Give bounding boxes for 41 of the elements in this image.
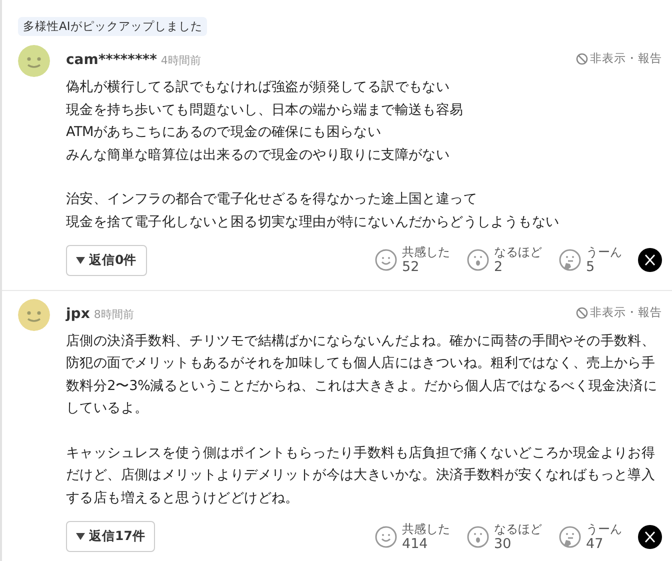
timestamp: 4時間前: [160, 54, 201, 67]
reaction-count: 47: [586, 536, 604, 552]
reaction-label[interactable]: なるほど: [494, 245, 542, 260]
thinking-face-icon[interactable]: [558, 248, 582, 272]
surprised-face-icon[interactable]: [466, 524, 490, 549]
pickup-badge: 多様性AIがピックアップしました: [18, 17, 208, 36]
share-icon[interactable]: [638, 524, 662, 549]
reaction-label[interactable]: 共感した: [402, 522, 450, 537]
block-icon: [576, 53, 588, 65]
caret-icon: [76, 256, 85, 264]
smile-icon[interactable]: [374, 524, 398, 549]
comment-text: 現金を持ち歩いても問題ないし、日本の端から端まで輸送も容易: [66, 100, 464, 120]
hide-report-link[interactable]: 非表示・報告: [576, 304, 662, 322]
comment-text: ATMがあちこちにあるので現金の確保にも困らない: [66, 123, 382, 142]
comment-text: キャッシュレスを使う側はポイントもらったり手数料も店負担で痛くないどころか現金よりお得だけど、店側はメリットよりデメリットが今は大きいかな。決済手数料が安くなればもっと導入する店も増えると思うけどどけどね。: [66, 444, 656, 508]
share-icon[interactable]: [638, 248, 662, 272]
surprised-face-icon[interactable]: [466, 248, 490, 272]
reaction-count: 52: [402, 260, 420, 276]
username: jpx: [66, 306, 90, 322]
comment-text: みんな簡単な暗算位は出来るので現金のやり取りに支障がない: [66, 146, 451, 164]
thinking-face-icon[interactable]: [558, 524, 582, 549]
reaction-count: 414: [402, 536, 429, 552]
replies-button[interactable]: 返信0件: [66, 245, 147, 276]
reaction-label[interactable]: なるほど: [494, 522, 542, 537]
caret-icon: [76, 533, 85, 540]
smile-icon[interactable]: [374, 248, 398, 272]
block-icon: [576, 306, 588, 319]
reaction-label[interactable]: 共感した: [402, 245, 450, 260]
reaction-label[interactable]: うーん: [586, 522, 622, 537]
timestamp: 8時間前: [94, 308, 134, 321]
reaction-count: 2: [494, 260, 504, 276]
reaction-label[interactable]: うーん: [586, 245, 622, 260]
reaction-count: 5: [586, 260, 596, 276]
comment-text: 偽札が横行してる訳でもなければ強盗が頻発してる訳でもない: [66, 78, 451, 97]
replies-button[interactable]: 返信17件: [66, 521, 156, 552]
comment-text: 治安、インフラの都合で電子化せざるを得なかった途上国と違って: [66, 190, 478, 209]
username: cam********: [66, 52, 157, 68]
reaction-count: 30: [494, 536, 512, 552]
hide-report-link[interactable]: 非表示・報告: [576, 50, 662, 68]
comment-text: 店側の決済手数料、チリツモで結構ばかにならないんだよね。確かに両替の手間やその手数料、防犯の面でメリットもあるがそれを加味しても個人店にはきついね。粗利ではなく、売上から手数料分2〜3%減るということだからね、これは大ききよ。だから個人店ではなるべく現金決済にしているよ。: [66, 332, 658, 418]
comment-text: 現金を捨て電子化しないと困る切実な理由が特にないんだからどうしようもない: [66, 212, 560, 232]
